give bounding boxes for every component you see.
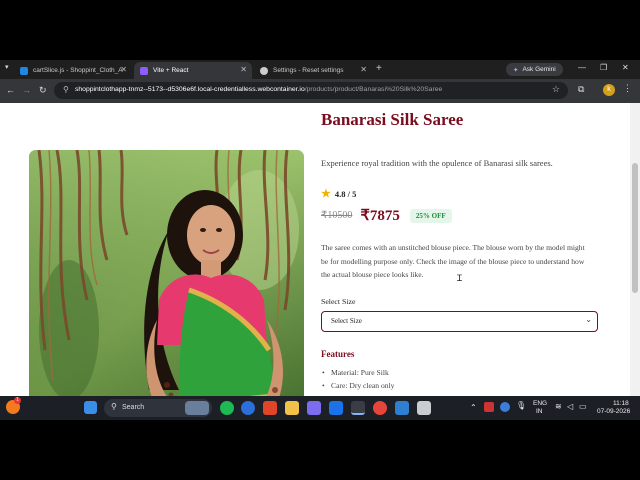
rating-value: 4.8 / 5 bbox=[334, 188, 357, 199]
chrome-icon[interactable] bbox=[373, 401, 387, 415]
tab-search-icon[interactable]: ▾ bbox=[5, 63, 9, 71]
tab-cartslice[interactable]: cartSlice.js - Shoppint_Cloth_A ✕ bbox=[14, 62, 132, 79]
windows-start-icon[interactable] bbox=[84, 401, 97, 414]
language-indicator[interactable]: ENG bbox=[533, 400, 547, 407]
tab-settings[interactable]: Settings - Reset settings ✕ bbox=[254, 62, 372, 79]
chrome-active-icon[interactable] bbox=[351, 401, 365, 415]
windows-taskbar: 1 ⚲ Search ⌃ 🎙 ENG IN ≋ ◁ ▭ 11:18 07-09-… bbox=[0, 396, 640, 420]
feature-item: Material: Pure Silk bbox=[322, 366, 394, 379]
product-title: Banarasi Silk Saree bbox=[321, 110, 464, 129]
text-cursor-icon: Ɪ bbox=[457, 273, 463, 283]
size-select-value: Select Size bbox=[331, 317, 362, 325]
price-row: ₹10500 ₹7875 25% OFF bbox=[321, 206, 452, 225]
reload-icon[interactable]: ↻ bbox=[39, 85, 47, 96]
snipping-tool-icon[interactable] bbox=[417, 401, 431, 415]
chevron-down-icon: ⌄ bbox=[585, 315, 592, 324]
ask-gemini-label: Ask Gemini bbox=[522, 66, 556, 73]
profile-avatar[interactable]: k bbox=[603, 84, 615, 96]
notification-badge: 1 bbox=[14, 397, 21, 404]
close-window-icon[interactable]: ✕ bbox=[622, 63, 629, 72]
url-path: /products/product/Banarasi%20Silk%20Sare… bbox=[304, 86, 443, 93]
search-highlight-image bbox=[185, 401, 209, 415]
features-list: Material: Pure Silk Care: Dry clean only bbox=[322, 366, 395, 392]
tab-label: Settings - Reset settings bbox=[273, 67, 344, 74]
screen: ▾ cartSlice.js - Shoppint_Cloth_A ✕ Vite… bbox=[0, 60, 640, 420]
feature-item: Care: Dry clean only bbox=[322, 379, 395, 392]
search-icon: ⚲ bbox=[111, 402, 117, 411]
tab-label: cartSlice.js - Shoppint_Cloth_A bbox=[33, 67, 123, 74]
tray-app-icon[interactable] bbox=[484, 402, 494, 412]
region-indicator: IN bbox=[536, 408, 543, 415]
chevron-up-icon[interactable]: ⌃ bbox=[470, 403, 477, 412]
vscode-icon bbox=[20, 66, 28, 75]
tab-vite-react[interactable]: Vite + React ✕ bbox=[134, 62, 252, 79]
close-icon[interactable]: ✕ bbox=[240, 65, 247, 74]
vite-icon bbox=[140, 66, 148, 75]
product-image bbox=[29, 150, 304, 396]
microphone-icon[interactable]: 🎙 bbox=[516, 401, 526, 410]
taskbar-search[interactable]: ⚲ Search bbox=[104, 399, 212, 417]
size-label: Select Size bbox=[321, 297, 356, 306]
product-rating: ★ 4.8 / 5 bbox=[321, 187, 356, 200]
speaker-icon[interactable]: ◁ bbox=[567, 402, 573, 411]
file-explorer-icon[interactable] bbox=[285, 401, 299, 415]
copilot-icon[interactable] bbox=[307, 401, 321, 415]
page-scrollbar[interactable] bbox=[630, 103, 640, 396]
battery-icon[interactable]: ▭ bbox=[579, 402, 587, 411]
minimize-icon[interactable]: — bbox=[578, 63, 586, 72]
extensions-icon[interactable]: ⧉ bbox=[578, 84, 584, 95]
mail-icon[interactable] bbox=[329, 401, 343, 415]
original-price: ₹10500 bbox=[321, 210, 353, 221]
restore-icon[interactable]: ❐ bbox=[600, 63, 607, 72]
app-icon[interactable] bbox=[395, 401, 409, 415]
url-text: shoppintclothapp-tnmz--5173--d5306e6f.lo… bbox=[75, 86, 442, 93]
close-icon[interactable]: ✕ bbox=[120, 65, 127, 74]
tab-label: Vite + React bbox=[153, 67, 189, 74]
site-info-icon[interactable]: ⚲ bbox=[63, 85, 69, 94]
discount-badge: 25% OFF bbox=[409, 208, 452, 223]
edge-icon[interactable] bbox=[241, 401, 255, 415]
star-icon: ★ bbox=[321, 188, 331, 200]
size-select[interactable]: Select Size ⌄ bbox=[321, 311, 598, 332]
close-icon[interactable]: ✕ bbox=[360, 65, 367, 74]
search-placeholder: Search bbox=[122, 404, 145, 411]
sale-price: ₹7875 bbox=[360, 208, 400, 224]
new-tab-button[interactable]: + bbox=[376, 63, 382, 74]
product-page: Banarasi Silk Saree Experience royal tra… bbox=[0, 103, 630, 396]
back-arrow-icon[interactable]: ← bbox=[6, 85, 15, 95]
scrollbar-thumb[interactable] bbox=[632, 163, 638, 293]
brave-icon[interactable] bbox=[263, 401, 277, 415]
clock-time[interactable]: 11:18 bbox=[613, 400, 629, 407]
wifi-icon[interactable]: ≋ bbox=[555, 402, 562, 411]
address-bar[interactable]: ⚲ shoppintclothapp-tnmz--5173--d5306e6f.… bbox=[54, 82, 568, 99]
gear-icon bbox=[260, 66, 268, 75]
spotify-icon[interactable] bbox=[220, 401, 234, 415]
menu-kebab-icon[interactable]: ⋮ bbox=[623, 83, 632, 94]
features-heading: Features bbox=[321, 349, 355, 359]
bookmark-star-icon[interactable]: ☆ bbox=[552, 84, 560, 95]
url-host: shoppintclothapp-tnmz--5173--d5306e6f.lo… bbox=[75, 86, 305, 93]
product-description: The saree comes with an unstitched blous… bbox=[321, 243, 585, 279]
ask-gemini-button[interactable]: ✦ Ask Gemini bbox=[506, 63, 563, 76]
product-tagline: Experience royal tradition with the opul… bbox=[321, 158, 553, 168]
clock-date[interactable]: 07-09-2026 bbox=[597, 408, 630, 415]
browser-toolbar: ← → ↻ ⚲ shoppintclothapp-tnmz--5173--d53… bbox=[0, 79, 640, 103]
gemini-icon: ✦ bbox=[513, 66, 519, 74]
tray-app-icon[interactable] bbox=[500, 402, 510, 412]
tab-strip: ▾ cartSlice.js - Shoppint_Cloth_A ✕ Vite… bbox=[0, 60, 640, 79]
forward-arrow-icon[interactable]: → bbox=[22, 85, 31, 95]
